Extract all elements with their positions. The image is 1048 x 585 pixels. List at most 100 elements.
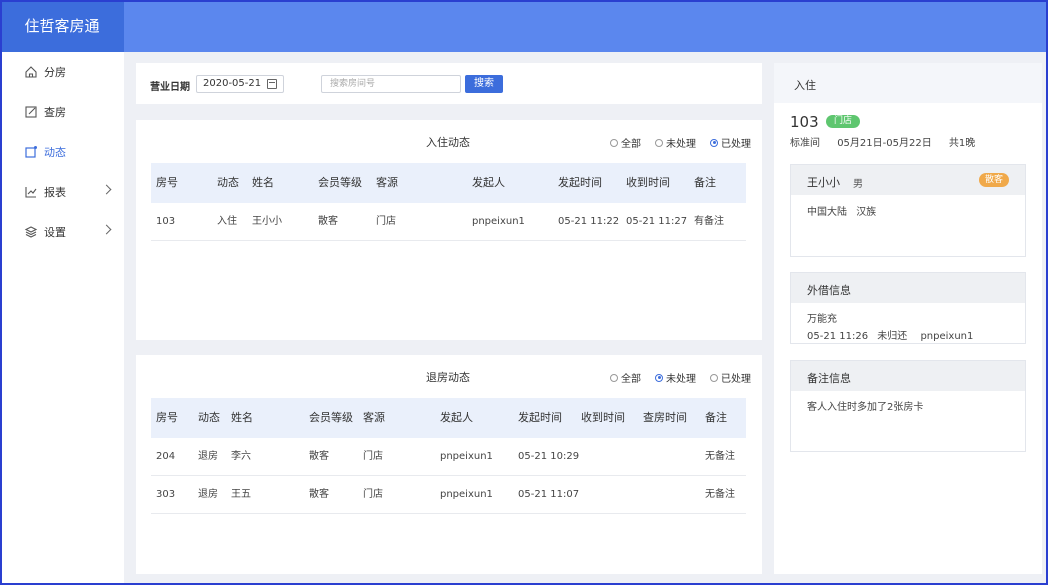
radio-all[interactable]: 全部	[610, 370, 641, 385]
radio-label: 未处理	[666, 374, 696, 385]
sidebar-item-shezhi[interactable]: 设置	[0, 212, 124, 252]
guest-gender: 男	[853, 179, 863, 190]
radio-dot	[655, 373, 663, 382]
cell-initiator: pnpeixun1	[472, 216, 525, 227]
cell-room: 103	[156, 216, 176, 227]
date-label: 营业日期	[150, 82, 190, 93]
panel-title: 入住动态	[426, 136, 470, 149]
borrow-status: 未归还	[877, 331, 908, 342]
room-search-input[interactable]: 搜索房间号	[321, 75, 461, 93]
cell-remark: 无备注	[705, 489, 735, 500]
checkin-table: 房号 动态 姓名 会员等级 客源 发起人 发起时间 收到时间 备注 103 入住…	[151, 163, 746, 243]
column-header: 查房时间	[643, 411, 687, 424]
cell-source: 门店	[363, 489, 383, 500]
stay-nights: 共1晚	[948, 138, 976, 149]
column-header: 客源	[376, 176, 398, 189]
sidebar-item-label: 动态	[44, 146, 66, 159]
cell-name: 王小小	[252, 216, 282, 227]
cell-remark[interactable]: 有备注	[694, 203, 724, 241]
cell-member-level: 散客	[309, 489, 329, 500]
chevron-right-icon	[101, 184, 112, 195]
column-header: 发起人	[440, 411, 473, 424]
remark-info-box: 备注信息 客人入住时多加了2张房卡	[790, 360, 1026, 452]
table-row[interactable]: 204 退房 李六 散客 门店 pnpeixun1 05-21 10:29 无备…	[151, 438, 746, 476]
layers-icon	[24, 225, 38, 239]
radio-dot	[610, 373, 618, 382]
radio-processed[interactable]: 已处理	[710, 370, 751, 385]
sidebar-item-label: 报表	[44, 186, 66, 199]
date-value: 2020-05-21	[203, 78, 262, 89]
checkout-panel: 退房动态 全部 未处理 已处理 房号 动态 姓名 会员等级 客源 发起人 发起时…	[136, 355, 762, 574]
room-summary: 标准间 05月21日-05月22日 共1晚	[790, 134, 975, 149]
room-number: 103	[790, 113, 819, 131]
sidebar-item-label: 设置	[44, 226, 66, 239]
column-header: 发起时间	[518, 411, 562, 424]
room-type: 标准间	[790, 138, 820, 149]
column-header: 收到时间	[626, 176, 670, 189]
checkin-panel: 入住动态 全部 未处理 已处理 房号 动态 姓名 会员等级 客源 发起人 发起时…	[136, 120, 762, 340]
sidebar: 分房 查房 动态 报表 设置	[0, 52, 124, 585]
remark-title: 备注信息	[807, 372, 851, 385]
radio-label: 已处理	[721, 139, 751, 150]
radio-dot	[710, 138, 718, 147]
table-row[interactable]: 303 退房 王五 散客 门店 pnpeixun1 05-21 11:07 无备…	[151, 476, 746, 514]
borrow-title: 外借信息	[807, 284, 851, 297]
radio-all[interactable]: 全部	[610, 135, 641, 150]
cell-action: 退房	[198, 489, 218, 500]
sidebar-item-label: 分房	[44, 66, 66, 79]
panel-title: 退房动态	[426, 371, 470, 384]
detail-title: 入住	[794, 79, 816, 92]
column-header: 房号	[156, 411, 178, 424]
checkin-filter-radios: 全部 未处理 已处理	[596, 135, 751, 150]
top-header	[0, 0, 1048, 52]
cell-received-time: 05-21 11:27	[626, 216, 688, 227]
cell-member-level: 散客	[318, 216, 338, 227]
sidebar-item-fenfang[interactable]: 分房	[0, 52, 124, 92]
radio-label: 未处理	[666, 139, 696, 150]
column-header: 会员等级	[309, 411, 353, 424]
radio-processed[interactable]: 已处理	[710, 135, 751, 150]
sidebar-item-dongtai[interactable]: 动态	[0, 132, 124, 172]
home-icon	[24, 65, 38, 79]
cell-initiator: pnpeixun1	[440, 451, 493, 462]
app-logo[interactable]: 住哲客房通	[0, 0, 124, 52]
column-header: 动态	[217, 176, 239, 189]
cell-name: 王五	[231, 489, 251, 500]
cell-initiator: pnpeixun1	[440, 489, 493, 500]
table-row[interactable]: 103 入住 王小小 散客 门店 pnpeixun1 05-21 11:22 0…	[151, 203, 746, 241]
edit-icon	[24, 105, 38, 119]
column-header: 房号	[156, 176, 178, 189]
guest-info-box: 王小小 男 散客 中国大陆 汉族	[790, 164, 1026, 257]
table-header: 房号 动态 姓名 会员等级 客源 发起人 发起时间 收到时间 查房时间 备注	[151, 398, 746, 438]
borrow-operator: pnpeixun1	[920, 331, 974, 342]
guest-ethnicity: 汉族	[856, 207, 877, 218]
cell-start-time: 05-21 11:07	[518, 489, 580, 500]
borrow-time: 05-21 11:26	[807, 331, 869, 342]
radio-label: 全部	[621, 374, 641, 385]
guest-type-badge: 散客	[979, 173, 1009, 187]
chart-icon	[24, 185, 38, 199]
remark-info-header: 备注信息	[791, 361, 1025, 391]
checkout-table: 房号 动态 姓名 会员等级 客源 发起人 发起时间 收到时间 查房时间 备注 2…	[151, 398, 746, 516]
remark-text: 客人入住时多加了2张房卡	[807, 402, 924, 413]
sidebar-item-chafang[interactable]: 查房	[0, 92, 124, 132]
calendar-icon[interactable]	[267, 79, 277, 89]
sidebar-item-baobiao[interactable]: 报表	[0, 172, 124, 212]
cell-remark: 无备注	[705, 451, 735, 462]
guest-name: 王小小	[807, 176, 840, 189]
business-date-input[interactable]: 2020-05-21	[196, 75, 284, 93]
radio-unprocessed[interactable]: 未处理	[655, 370, 696, 385]
checkout-filter-radios: 全部 未处理 已处理	[596, 370, 751, 385]
cell-room: 303	[156, 489, 176, 500]
detail-panel: 入住 103 门店 标准间 05月21日-05月22日 共1晚 王小小 男 散客…	[774, 63, 1042, 574]
borrow-item: 万能充	[807, 314, 837, 325]
source-badge: 门店	[826, 115, 860, 128]
guest-origin: 中国大陆	[807, 207, 847, 218]
cell-name: 李六	[231, 451, 251, 462]
search-button[interactable]: 搜索	[465, 75, 503, 93]
sidebar-item-label: 查房	[44, 106, 66, 119]
radio-unprocessed[interactable]: 未处理	[655, 135, 696, 150]
cell-action: 退房	[198, 451, 218, 462]
column-header: 姓名	[231, 411, 253, 424]
radio-dot	[710, 373, 718, 382]
